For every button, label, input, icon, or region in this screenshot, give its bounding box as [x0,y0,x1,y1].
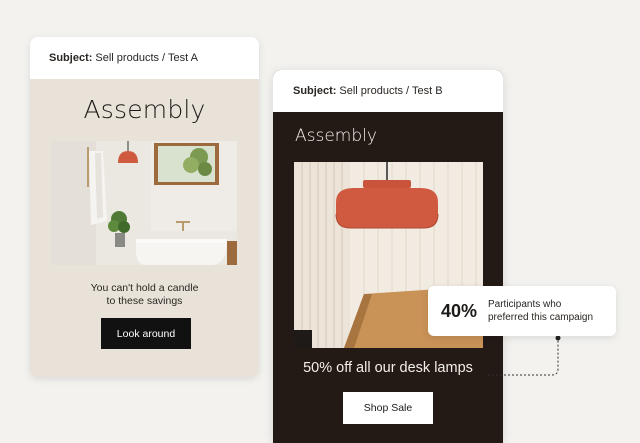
email-variant-b: Subject: Sell products / Test B Assembly… [273,70,503,443]
subject-label-a: Subject: [49,52,93,64]
sale-headline: 50% off all our desk lamps [303,360,473,376]
tagline-a: You can't hold a candle to these savings [30,282,259,308]
stat-description-line-1: Participants who [488,299,562,310]
shop-sale-button[interactable]: Shop Sale [343,392,433,424]
stat-description-line-2: preferred this campaign [488,312,594,323]
email-variant-a: Subject: Sell products / Test A Assembly [30,37,259,377]
tagline-line-1: You can't hold a candle [90,282,199,294]
brand-logo-a: Assembly [83,95,206,124]
stat-callout: 40% Participants who preferred this camp… [428,286,616,336]
subject-label-b: Subject: [293,85,337,97]
stat-description: Participants who preferred this campaign [488,298,593,324]
bathroom-image [51,141,237,265]
brand-logo-b: Assembly [295,126,377,146]
look-around-button[interactable]: Look around [101,318,191,349]
stat-percentage: 40% [441,300,478,321]
subject-value-b: Sell products / Test B [339,85,443,97]
subject-value-a: Sell products / Test A [95,52,198,64]
subject-bar-a: Subject: Sell products / Test A [30,37,259,79]
tagline-line-2: to these savings [106,295,183,307]
subject-bar-b: Subject: Sell products / Test B [273,70,503,112]
